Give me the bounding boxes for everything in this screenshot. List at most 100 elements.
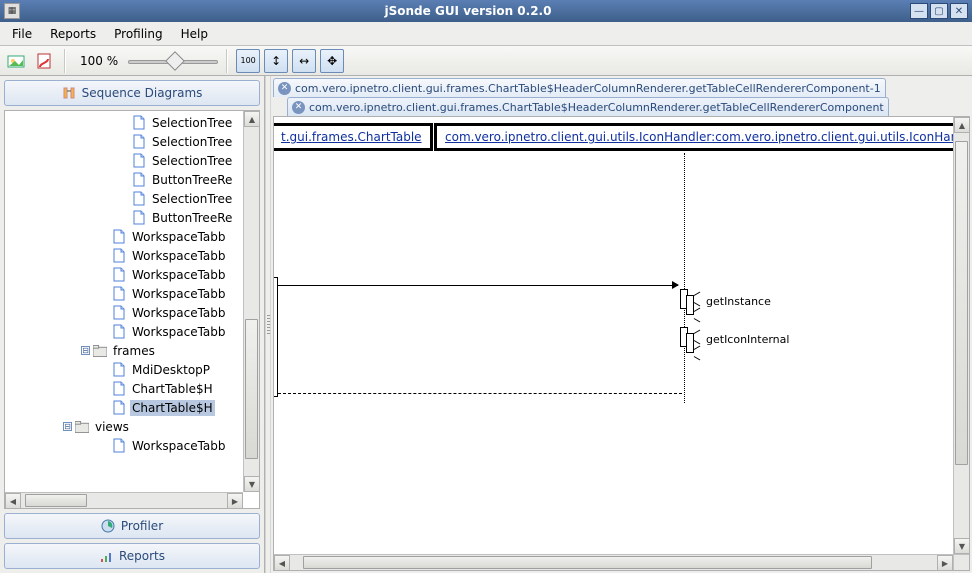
tab-bar: ✕ com.vero.ipnetro.client.gui.frames.Cha… — [271, 76, 972, 116]
tree-row[interactable]: SelectionTree — [9, 113, 260, 132]
tree-toggle-icon[interactable]: ⊟ — [81, 346, 90, 355]
tab-1[interactable]: ✕ com.vero.ipnetro.client.gui.frames.Cha… — [287, 97, 889, 116]
file-icon — [112, 324, 126, 340]
file-icon — [112, 362, 126, 378]
menubar: File Reports Profiling Help — [0, 22, 972, 46]
file-icon — [112, 229, 126, 245]
window-titlebar: ▦ jSonde GUI version 0.2.0 — ▢ ✕ — [0, 0, 972, 22]
export-image-button[interactable] — [4, 49, 28, 73]
tree-item-label: views — [93, 419, 131, 435]
scroll-left-button[interactable]: ◀ — [5, 493, 21, 509]
fit-horizontal-icon: ↔ — [299, 54, 309, 68]
tree-row[interactable]: SelectionTree — [9, 151, 260, 170]
tree-row[interactable]: SelectionTree — [9, 189, 260, 208]
tree-row[interactable]: WorkspaceTabb — [9, 436, 260, 455]
zoom-100-button[interactable]: 100 — [236, 49, 260, 73]
tree-row[interactable]: WorkspaceTabb — [9, 246, 260, 265]
file-icon — [132, 134, 146, 150]
tab-close-icon[interactable]: ✕ — [292, 101, 305, 114]
file-icon — [132, 153, 146, 169]
pdf-icon — [36, 53, 52, 69]
zoom-slider[interactable] — [128, 51, 218, 71]
tree-row[interactable]: MdiDesktopP — [9, 360, 260, 379]
menu-profiling[interactable]: Profiling — [106, 24, 171, 44]
tree-row[interactable]: ButtonTreeRe — [9, 208, 260, 227]
tree-row[interactable]: WorkspaceTabb — [9, 303, 260, 322]
folder-icon — [93, 343, 107, 359]
tree-row[interactable]: ⊟ frames — [9, 341, 260, 360]
content-area: ✕ com.vero.ipnetro.client.gui.frames.Cha… — [271, 76, 972, 573]
window-maximize-button[interactable]: ▢ — [930, 3, 948, 19]
menu-help[interactable]: Help — [173, 24, 216, 44]
file-icon — [112, 248, 126, 264]
menu-file[interactable]: File — [4, 24, 40, 44]
fit-vertical-button[interactable]: ↕ — [264, 49, 288, 73]
file-icon — [112, 267, 126, 283]
menu-reports[interactable]: Reports — [42, 24, 104, 44]
tree-row[interactable]: ChartTable$H — [9, 398, 260, 417]
tree-item-label: SelectionTree — [150, 153, 234, 169]
tree-row[interactable]: ButtonTreeRe — [9, 170, 260, 189]
tree-row[interactable]: WorkspaceTabb — [9, 322, 260, 341]
tree-scrollbar-horizontal[interactable]: ◀ ▶ — [5, 492, 243, 508]
tree-toggle-icon[interactable]: ⊟ — [63, 422, 72, 431]
file-icon — [112, 438, 126, 454]
reports-panel-button[interactable]: Reports — [4, 543, 260, 569]
diagram-canvas[interactable]: t.gui.frames.ChartTable com.vero.ipnetro… — [273, 116, 970, 571]
file-icon — [112, 305, 126, 321]
profiler-icon — [101, 519, 115, 533]
window-title: jSonde GUI version 0.2.0 — [26, 4, 910, 18]
toolbar: 100 % 100 ↕ ↔ ✥ — [0, 46, 972, 76]
scroll-down-button[interactable]: ▼ — [954, 538, 970, 554]
canvas-scrollbar-horizontal[interactable]: ◀ ▶ — [274, 554, 953, 570]
tree[interactable]: SelectionTreeSelectionTreeSelectionTreeB… — [5, 111, 260, 457]
export-pdf-button[interactable] — [32, 49, 56, 73]
tree-row[interactable]: WorkspaceTabb — [9, 265, 260, 284]
tree-item-label: ChartTable$H — [130, 400, 215, 416]
sequence-diagrams-label: Sequence Diagrams — [82, 86, 203, 100]
activation-bar-0 — [273, 277, 278, 397]
reports-icon — [99, 549, 113, 563]
fit-horizontal-button[interactable]: ↔ — [292, 49, 316, 73]
call-arrow-0 — [278, 285, 678, 286]
tree-item-label: frames — [111, 343, 157, 359]
tab-close-icon[interactable]: ✕ — [278, 82, 291, 95]
tree-item-label: WorkspaceTabb — [130, 267, 228, 283]
tree-row[interactable]: ⊟ views — [9, 417, 260, 436]
tab-0[interactable]: ✕ com.vero.ipnetro.client.gui.frames.Cha… — [273, 78, 886, 97]
scroll-up-button[interactable]: ▲ — [954, 117, 970, 133]
window-close-button[interactable]: ✕ — [950, 3, 968, 19]
sequence-icon — [62, 86, 76, 100]
file-icon — [132, 115, 146, 131]
window-minimize-button[interactable]: — — [910, 3, 928, 19]
tree-row[interactable]: WorkspaceTabb — [9, 284, 260, 303]
fit-both-button[interactable]: ✥ — [320, 49, 344, 73]
canvas-scrollbar-vertical[interactable]: ▲ ▼ — [953, 117, 969, 554]
scroll-left-button[interactable]: ◀ — [274, 555, 290, 571]
fit-both-icon: ✥ — [327, 54, 337, 68]
arrowhead-icon — [694, 291, 701, 299]
tab-label: com.vero.ipnetro.client.gui.frames.Chart… — [309, 101, 884, 114]
profiler-panel-button[interactable]: Profiler — [4, 513, 260, 539]
tree-scrollbar-vertical[interactable]: ▲ ▼ — [243, 111, 259, 492]
image-icon — [7, 53, 25, 69]
lifeline-box-0[interactable]: t.gui.frames.ChartTable — [273, 123, 433, 151]
tree-item-label: SelectionTree — [150, 115, 234, 131]
tree-item-label: WorkspaceTabb — [130, 248, 228, 264]
scroll-right-button[interactable]: ▶ — [227, 493, 243, 509]
call-label-0: getInstance — [706, 295, 771, 308]
call-label-1: getIconInternal — [706, 333, 789, 346]
arrowhead-icon — [694, 307, 701, 315]
scroll-right-button[interactable]: ▶ — [937, 555, 953, 571]
lifeline-box-1[interactable]: com.vero.ipnetro.client.gui.utils.IconHa… — [434, 123, 970, 151]
file-icon — [112, 286, 126, 302]
file-icon — [112, 381, 126, 397]
tree-row[interactable]: ChartTable$H — [9, 379, 260, 398]
tree-row[interactable]: WorkspaceTabb — [9, 227, 260, 246]
tree-item-label: WorkspaceTabb — [130, 324, 228, 340]
sequence-diagrams-panel-button[interactable]: Sequence Diagrams — [4, 80, 260, 106]
scroll-down-button[interactable]: ▼ — [244, 476, 260, 492]
tree-row[interactable]: SelectionTree — [9, 132, 260, 151]
scroll-up-button[interactable]: ▲ — [244, 111, 260, 127]
tree-item-label: ChartTable$H — [130, 381, 215, 397]
